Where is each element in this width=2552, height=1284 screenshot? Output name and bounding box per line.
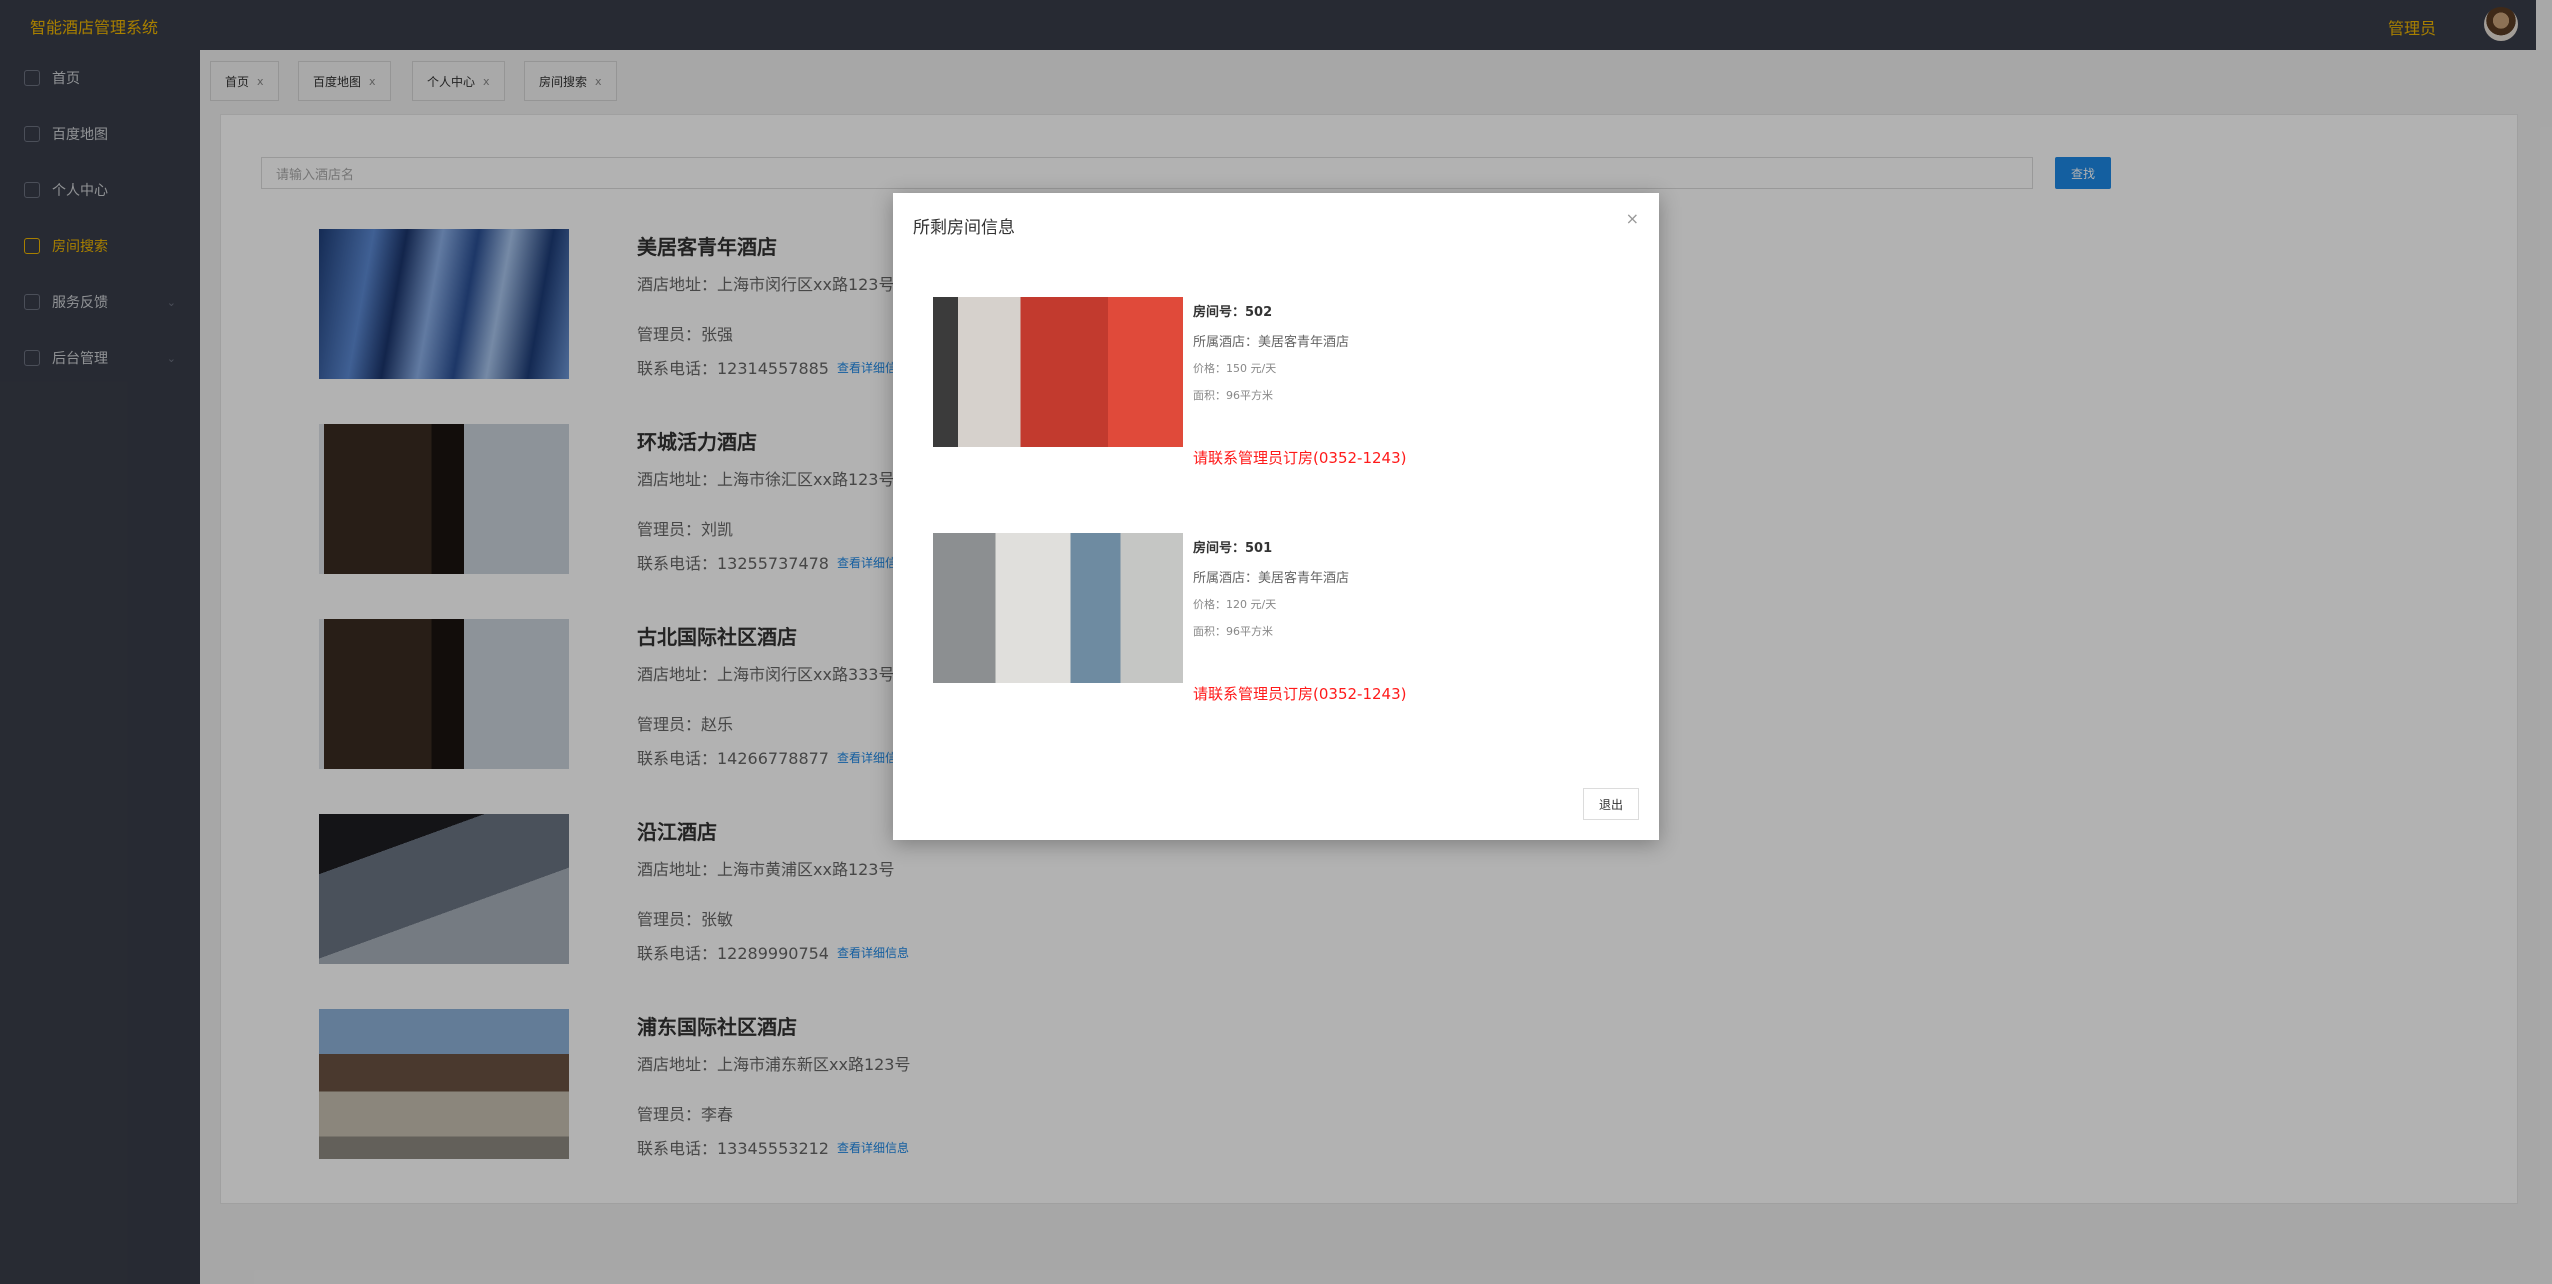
room-image: [933, 533, 1183, 683]
rooms-modal: 所剩房间信息 × 房间号：502 所属酒店：美居客青年酒店 价格：150 元/天…: [893, 193, 1659, 840]
close-icon[interactable]: ×: [1626, 209, 1639, 228]
exit-button[interactable]: 退出: [1583, 788, 1639, 820]
room-area: 面积：96平方米: [1193, 389, 1273, 402]
modal-title: 所剩房间信息: [913, 218, 1015, 238]
room-number: 房间号：502: [1193, 305, 1273, 320]
room-card: 房间号：501 所属酒店：美居客青年酒店 价格：120 元/天 面积：96平方米…: [933, 533, 1633, 703]
room-hotel: 所属酒店：美居客青年酒店: [1193, 335, 1350, 350]
room-hotel: 所属酒店：美居客青年酒店: [1193, 571, 1350, 586]
booking-notice: 请联系管理员订房(0352-1243): [1193, 685, 1407, 703]
room-price: 价格：150 元/天: [1193, 362, 1277, 375]
room-card: 房间号：502 所属酒店：美居客青年酒店 价格：150 元/天 面积：96平方米…: [933, 297, 1633, 467]
room-price: 价格：120 元/天: [1193, 598, 1277, 611]
room-area: 面积：96平方米: [1193, 625, 1273, 638]
room-number: 房间号：501: [1193, 541, 1273, 556]
booking-notice: 请联系管理员订房(0352-1243): [1193, 449, 1407, 467]
room-image: [933, 297, 1183, 447]
